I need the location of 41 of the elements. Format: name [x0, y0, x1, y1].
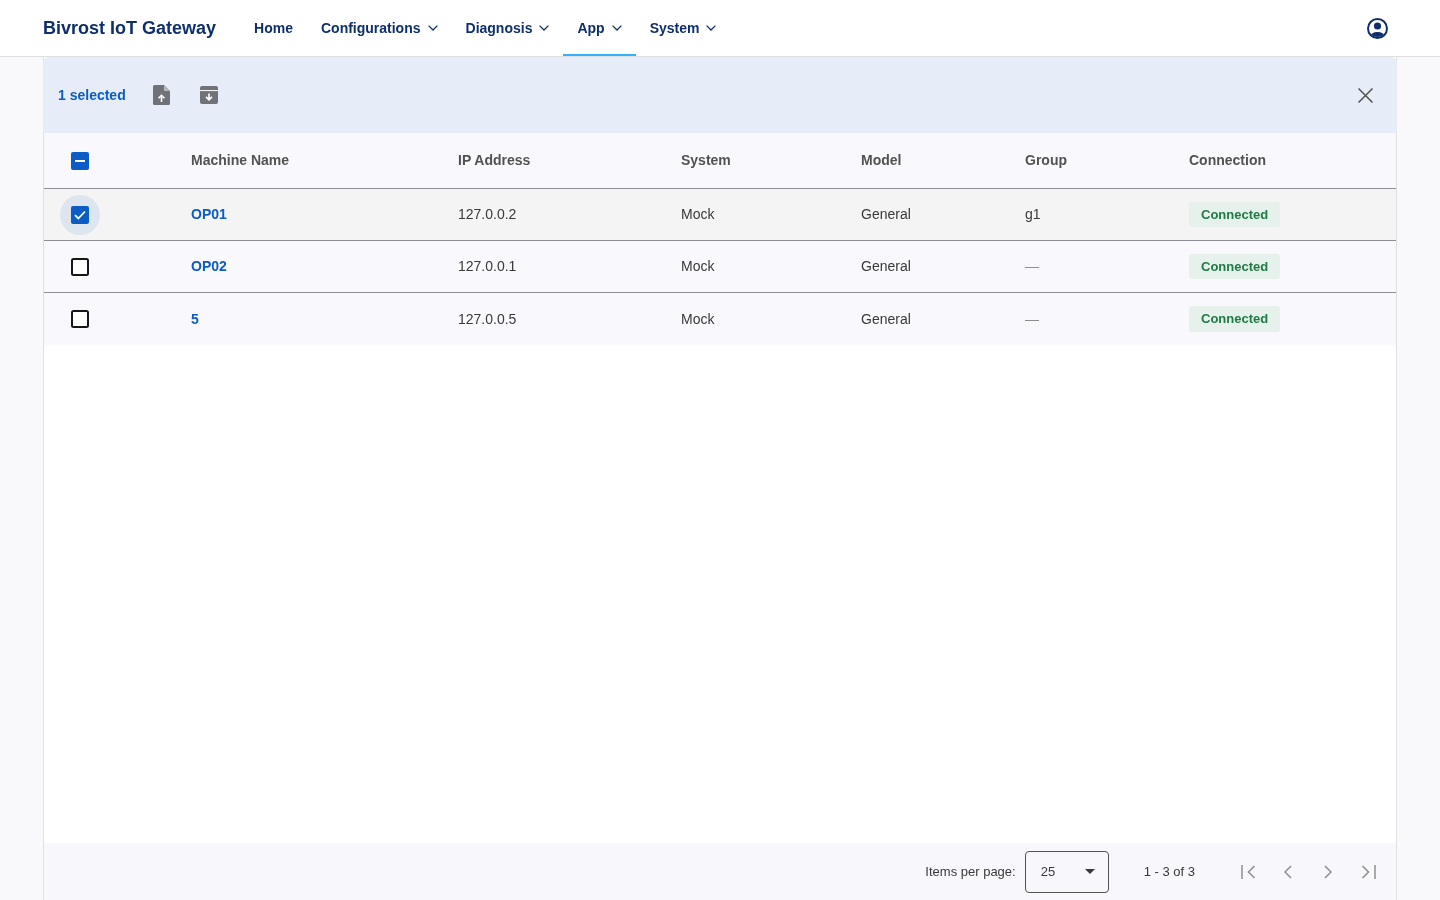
nav-tab[interactable]: Home [240, 0, 307, 56]
nav-tab[interactable]: Diagnosis [451, 0, 564, 56]
row-checkbox[interactable] [71, 205, 89, 224]
table-cell: Mock [681, 310, 715, 327]
table-cell: 127.0.0.5 [458, 310, 517, 327]
machine-name-link[interactable]: OP01 [191, 206, 227, 222]
table-cell: General [861, 206, 911, 222]
select-all-checkbox[interactable] [71, 151, 89, 170]
user-avatar-icon[interactable] [1367, 17, 1388, 39]
items-per-page-label: Items per page: [925, 862, 1016, 881]
column-header: Model [861, 152, 902, 168]
table-cell: 127.0.0.1 [458, 258, 517, 274]
table-cell: 127.0.0.2 [458, 206, 517, 222]
selection-count: 1 selected [58, 85, 126, 105]
page-size-select[interactable]: 25 [1024, 850, 1109, 893]
table-cell: Mock [681, 206, 715, 222]
close-icon[interactable] [1358, 87, 1373, 103]
status-tag: Connected [1189, 201, 1281, 228]
row-checkbox[interactable] [71, 310, 89, 328]
caret-down-icon [1084, 869, 1095, 874]
machine-name-link[interactable]: 5 [191, 310, 199, 327]
nav-tab[interactable]: System [635, 0, 731, 56]
table-cell: General [861, 258, 911, 274]
row-checkbox[interactable] [71, 257, 89, 276]
column-header: System [681, 152, 731, 168]
table-cell: — [1025, 310, 1039, 327]
file-upload-icon[interactable] [152, 85, 170, 105]
column-header: Machine Name [191, 152, 290, 168]
table-cell: g1 [1025, 206, 1041, 222]
machine-name-link[interactable]: OP02 [191, 258, 227, 274]
page-range-label: 1 - 3 of 3 [1143, 862, 1195, 881]
column-header: Connection [1189, 152, 1266, 168]
table-cell: — [1025, 258, 1039, 274]
app-title: Bivrost IoT Gateway [43, 16, 217, 40]
table-cell: General [861, 310, 911, 327]
status-tag: Connected [1189, 253, 1281, 280]
status-tag: Connected [1189, 306, 1281, 332]
column-header: IP Address [458, 152, 531, 168]
nav-tab[interactable]: Configurations [306, 0, 452, 56]
table-cell: Mock [681, 258, 715, 274]
column-header: Group [1025, 152, 1067, 168]
